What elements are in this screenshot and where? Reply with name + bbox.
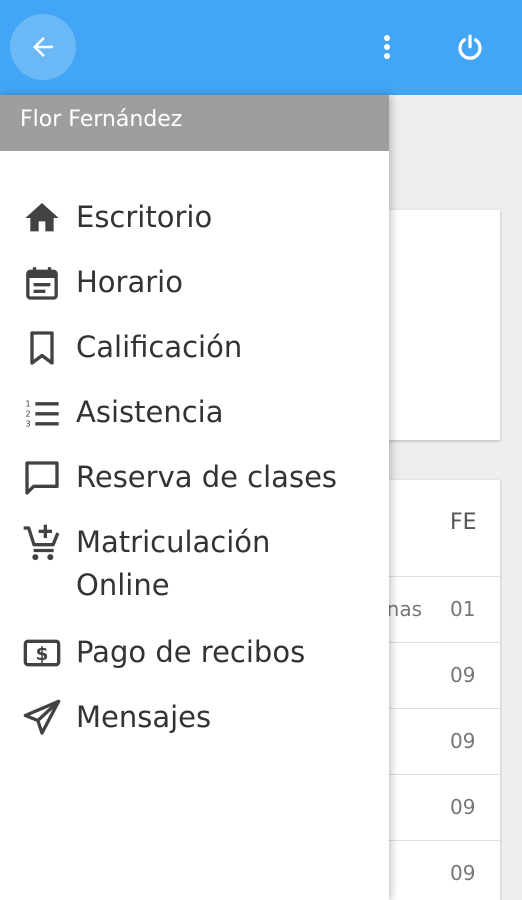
- menu-item-label: Reserva de clases: [76, 460, 338, 494]
- app-bar: [0, 0, 522, 95]
- menu-item-label: Pago de recibos: [76, 635, 306, 669]
- user-name: Flor Fernández: [20, 107, 183, 132]
- bookmark-icon: [20, 326, 64, 370]
- more-options-button[interactable]: [368, 28, 406, 66]
- table-cell: 09: [450, 729, 476, 753]
- menu-item-calificacion[interactable]: Calificación: [20, 326, 380, 370]
- menu-item-label: Escritorio: [76, 200, 213, 234]
- table-cell: 01: [450, 597, 476, 621]
- svg-text:1: 1: [25, 398, 30, 408]
- menu-item-label: Calificación: [76, 330, 243, 364]
- calendar-icon: [20, 261, 64, 305]
- menu-item-horario[interactable]: Horario: [20, 261, 380, 305]
- svg-text:$: $: [36, 644, 49, 665]
- home-icon: [20, 196, 64, 240]
- menu-item-mensajes[interactable]: Mensajes: [20, 696, 380, 740]
- arrow-left-icon: [33, 37, 53, 57]
- table-cell: 09: [450, 663, 476, 687]
- logout-button[interactable]: [446, 24, 494, 72]
- chat-bubble-icon: [20, 456, 64, 500]
- menu-item-pago-de-recibos[interactable]: $ Pago de recibos: [20, 631, 380, 675]
- table-cell: 09: [450, 795, 476, 819]
- menu-item-escritorio[interactable]: Escritorio: [20, 196, 380, 240]
- menu-item-matriculacion-online[interactable]: Matriculación Online: [20, 521, 380, 607]
- navigation-drawer: Flor Fernández Escritorio Horario Califi…: [0, 95, 389, 900]
- menu-item-label: Matriculación Online: [76, 525, 271, 602]
- add-cart-icon: [20, 521, 64, 565]
- menu-item-label: Horario: [76, 265, 183, 299]
- payment-icon: $: [20, 631, 64, 675]
- table-cell: 09: [450, 861, 476, 885]
- menu-item-label: Mensajes: [76, 700, 212, 734]
- back-button[interactable]: [10, 14, 76, 80]
- drawer-header: Flor Fernández: [0, 95, 389, 151]
- table-header: FE: [450, 510, 477, 535]
- menu-item-label: Asistencia: [76, 395, 224, 429]
- svg-text:2: 2: [25, 408, 30, 418]
- numbered-list-icon: 1 2 3: [20, 391, 64, 435]
- power-icon: [458, 34, 482, 60]
- svg-text:3: 3: [25, 418, 30, 428]
- more-vert-icon: [384, 35, 390, 59]
- menu-item-asistencia[interactable]: 1 2 3 Asistencia: [20, 391, 380, 435]
- send-icon: [20, 696, 64, 740]
- menu-item-reserva-de-clases[interactable]: Reserva de clases: [20, 456, 380, 500]
